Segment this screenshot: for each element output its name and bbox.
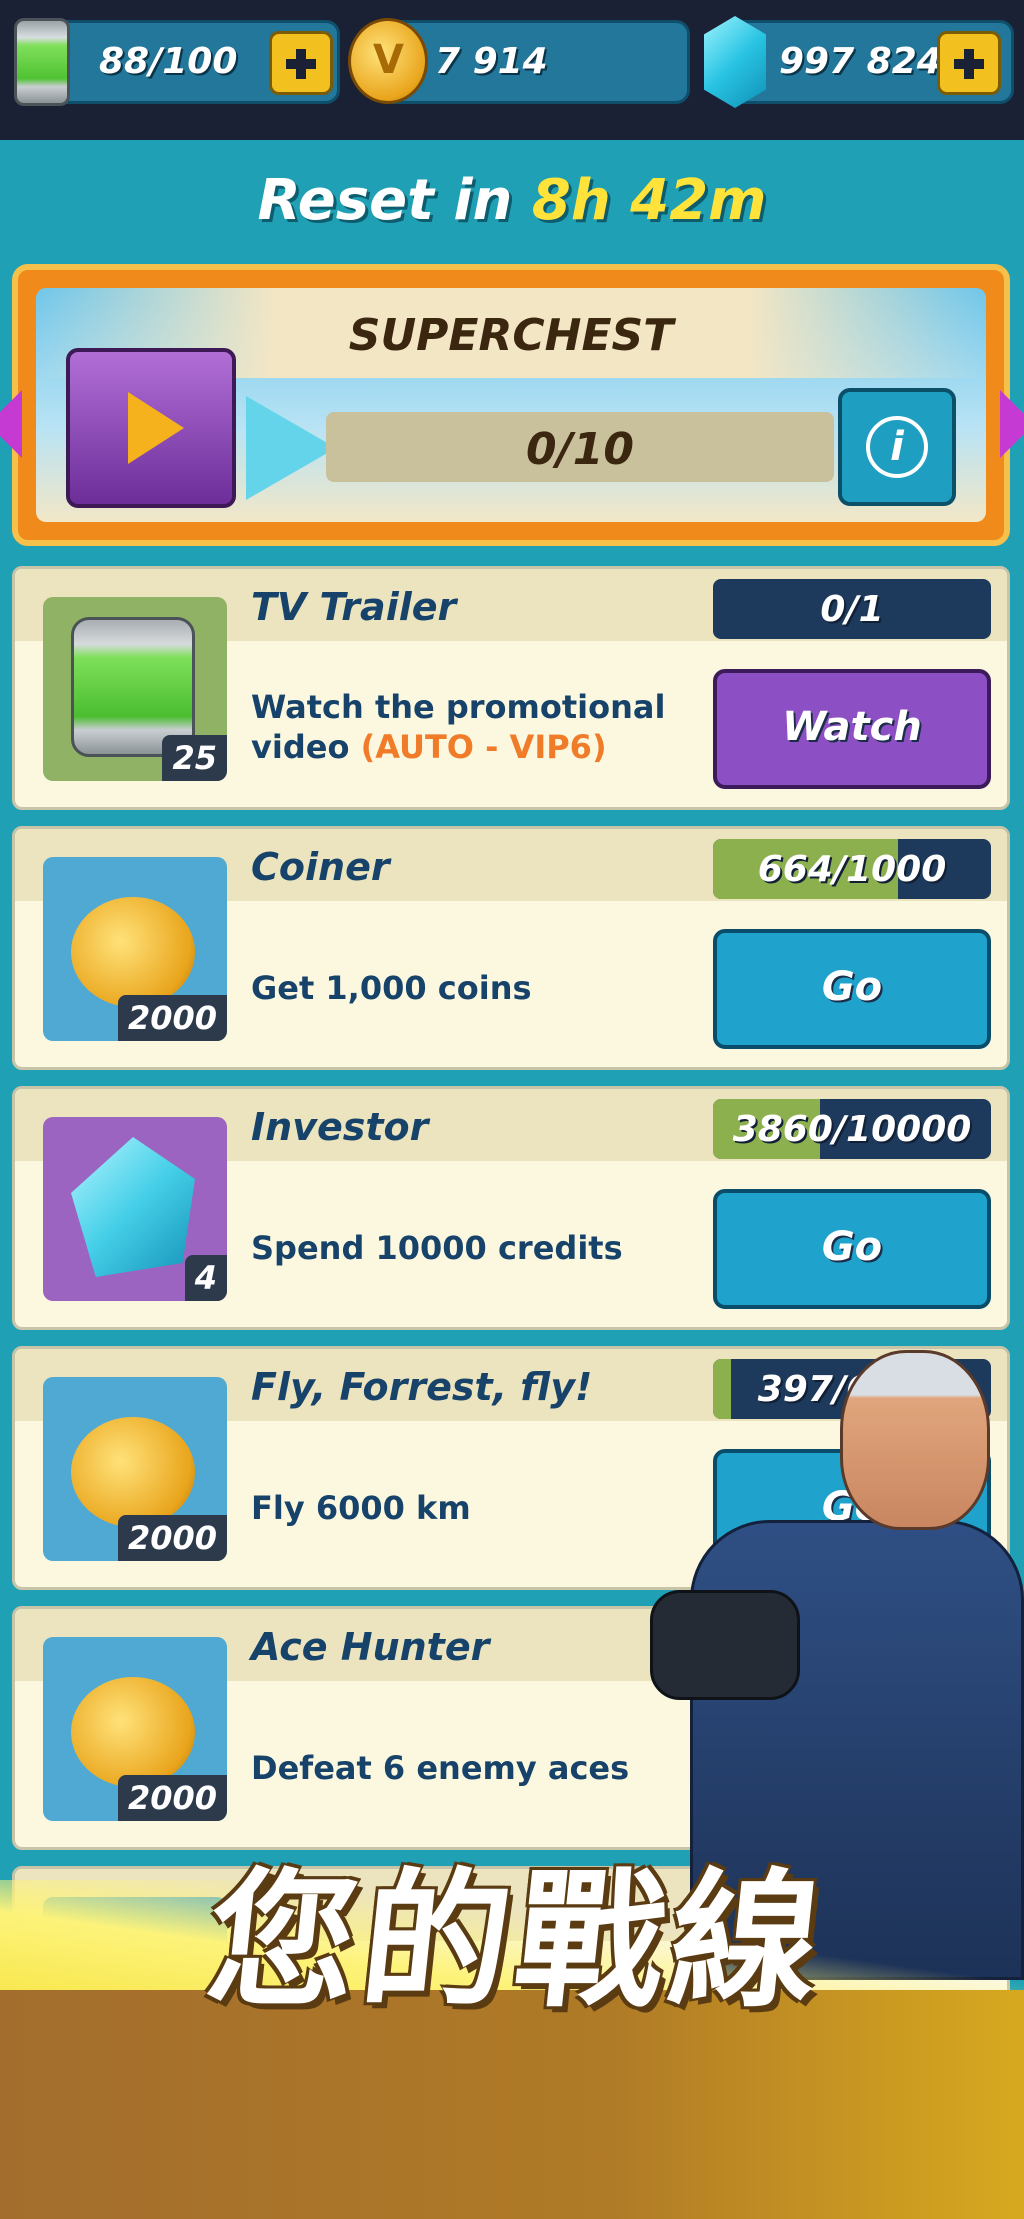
quest-card: 4 Investor Spend 10000 credits 3860/1000… (12, 1086, 1010, 1330)
credits-gems-icon (71, 1137, 195, 1277)
superchest-progress-text: 0/10 (526, 424, 634, 475)
quest-thumb: 4 (43, 1117, 227, 1301)
quest-title: Fly, Forrest, fly! (251, 1365, 593, 1409)
go-button[interactable]: Go (713, 929, 991, 1049)
superchest-progress: 0/10 (326, 412, 834, 482)
commander-head (840, 1350, 990, 1530)
quest-thumb: 25 (43, 597, 227, 781)
quest-progress: 0/1 (713, 579, 991, 639)
watch-button[interactable]: Watch (713, 669, 991, 789)
gem-icon (704, 16, 766, 108)
reset-label: Reset in (257, 168, 513, 233)
energy-canister-icon (14, 18, 70, 106)
add-energy-button[interactable] (269, 31, 333, 95)
quest-description: Get 1,000 coins (251, 969, 532, 1007)
quest-title: Investor (251, 1105, 429, 1149)
binoculars-icon (650, 1590, 800, 1700)
quest-progress: 664/1000 (713, 839, 991, 899)
promo-text: 您的戰線 (199, 1855, 834, 2027)
prev-arrow-icon[interactable] (0, 390, 22, 458)
quest-description: Defeat 6 enemy aces (251, 1749, 630, 1787)
quest-title: Coiner (251, 845, 390, 889)
energy-value: 88/100 (99, 41, 238, 82)
info-icon: i (866, 416, 928, 478)
quest-thumb: 2000 (43, 1637, 227, 1821)
energy-counter: 88/100 (40, 20, 340, 104)
quest-card: 25 TV Trailer Watch the promotional vide… (12, 566, 1010, 810)
coins-icon (71, 897, 195, 1007)
reset-timer: Reset in 8h 42m (0, 168, 1024, 233)
reward-amount: 4 (184, 1255, 227, 1301)
play-arrow-icon (246, 396, 336, 500)
superchest-panel: SUPERCHEST 0/10 i (0, 264, 1024, 546)
quest-progress-text: 0/1 (820, 589, 884, 630)
reward-amount: 2000 (117, 1515, 227, 1561)
quest-progress-text: 664/1000 (757, 849, 947, 890)
quest-description: Spend 10000 credits (251, 1229, 623, 1267)
quest-description-highlight: (AUTO - VIP6) (360, 728, 607, 766)
coin-icon: V (348, 18, 428, 104)
gem-value: 997 824 (779, 41, 942, 82)
add-gems-button[interactable] (937, 31, 1001, 95)
quest-title: TV Trailer (251, 585, 457, 629)
coins-icon (71, 1677, 195, 1787)
go-button[interactable]: Go (713, 1189, 991, 1309)
reset-time: 8h 42m (531, 168, 767, 233)
quest-description: Watch the promotional video (AUTO - VIP6… (251, 687, 691, 767)
quest-title: Ace Hunter (251, 1625, 490, 1669)
quest-thumb: 2000 (43, 857, 227, 1041)
quest-thumb: 2000 (43, 1377, 227, 1561)
quest-description: Fly 6000 km (251, 1489, 471, 1527)
reward-amount: 25 (162, 735, 227, 781)
coin-value: 7 914 (435, 41, 548, 82)
superchest-icon[interactable] (66, 348, 236, 508)
next-arrow-icon[interactable] (1000, 390, 1024, 458)
quest-progress: 3860/10000 (713, 1099, 991, 1159)
info-button[interactable]: i (838, 388, 956, 506)
quest-card: 2000 Coiner Get 1,000 coins 664/1000 Go (12, 826, 1010, 1070)
gem-counter: 997 824 (730, 20, 1014, 104)
quest-progress-text: 3860/10000 (732, 1109, 972, 1150)
reward-amount: 2000 (117, 995, 227, 1041)
coins-icon (71, 1417, 195, 1527)
reward-amount: 2000 (117, 1775, 227, 1821)
resource-bar: 88/100 7 914 V 997 824 (0, 0, 1024, 140)
